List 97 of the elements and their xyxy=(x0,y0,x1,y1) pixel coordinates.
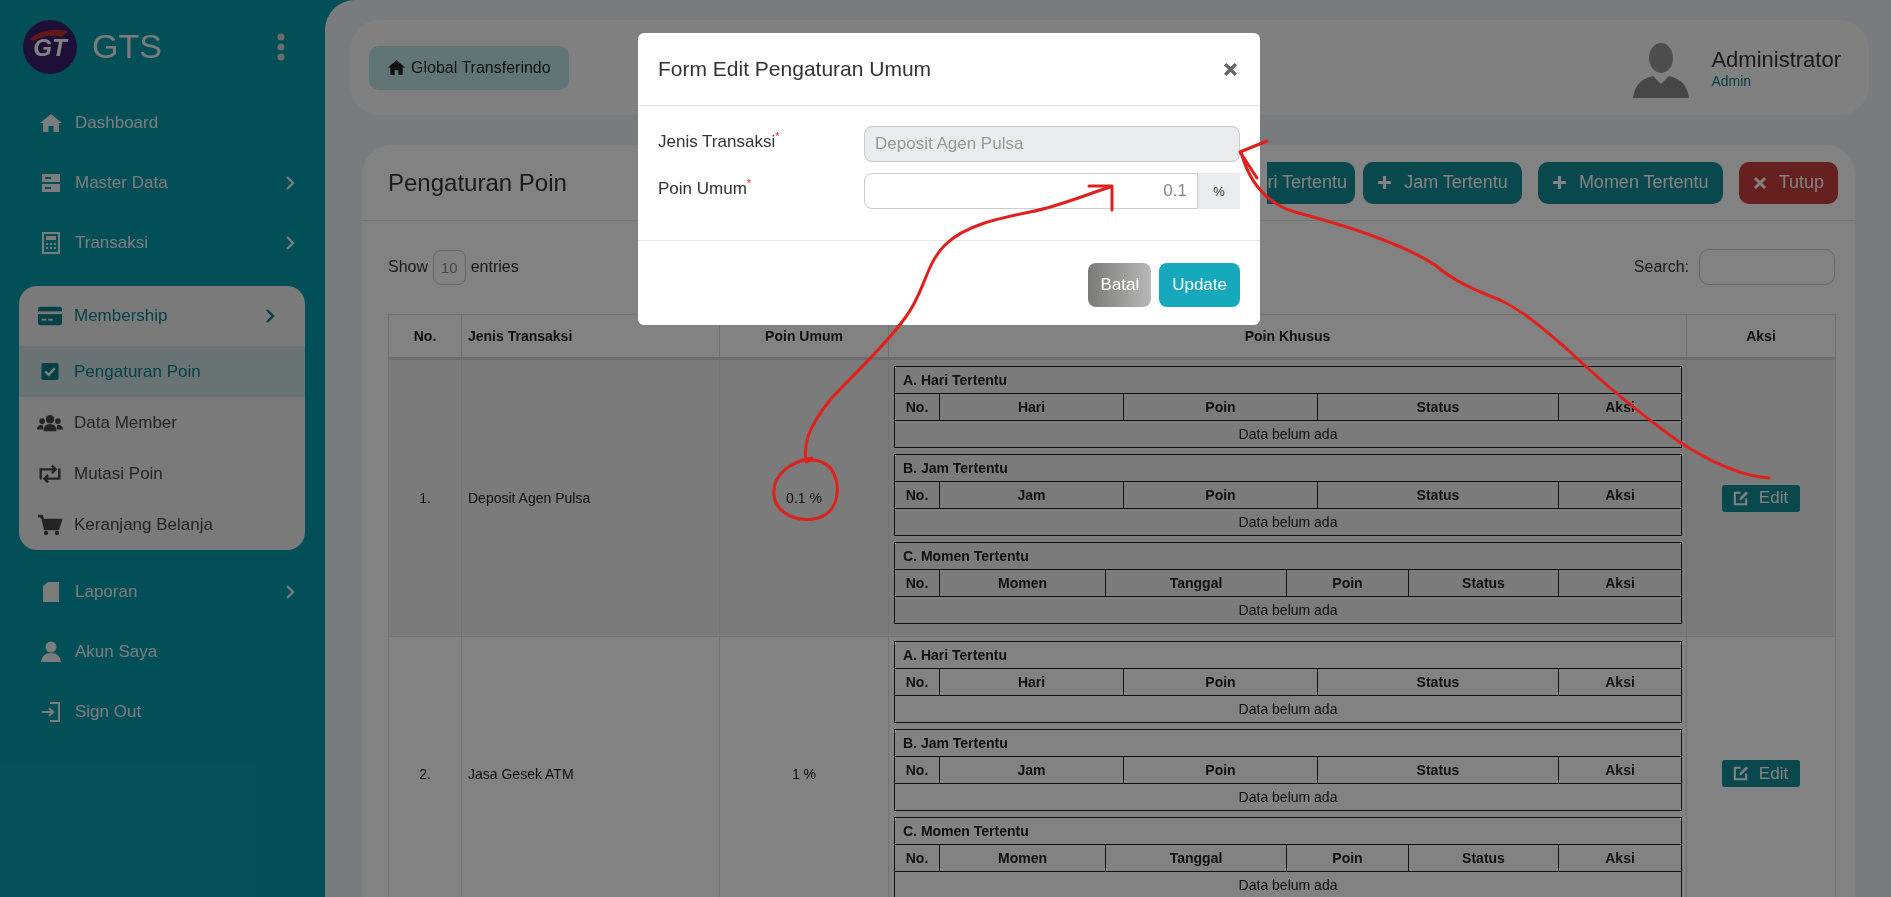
close-icon xyxy=(1752,175,1767,190)
column-header: Aksi xyxy=(1558,481,1682,508)
column-header: Poin xyxy=(1123,481,1318,508)
close-icon[interactable] xyxy=(1223,61,1238,77)
table-cell: 1. xyxy=(388,358,462,637)
sidebar-item[interactable]: Membership xyxy=(19,286,305,346)
repeat-icon xyxy=(37,463,63,484)
edit-icon xyxy=(1731,765,1749,782)
edit-icon xyxy=(1731,489,1749,507)
sidebar-item[interactable]: Master Data xyxy=(0,153,325,213)
brand-name: GTS xyxy=(92,27,163,66)
column-header: Status xyxy=(1317,393,1559,420)
column-header: Momen xyxy=(939,844,1106,872)
home-icon xyxy=(38,113,64,133)
section-title: A. Hari Tertentu xyxy=(894,641,1682,669)
field-label: Poin Umum$^{*}$ xyxy=(658,176,753,199)
table-cell: 2. xyxy=(388,636,462,897)
empty-message: Data belum ada xyxy=(894,596,1682,623)
column-header: Aksi xyxy=(1558,393,1682,420)
section-title: B. Jam Tertentu xyxy=(894,454,1682,481)
column-header: Tanggal xyxy=(1105,569,1287,596)
page-title: Pengaturan Poin xyxy=(388,168,567,197)
unit-addon: % xyxy=(1198,173,1240,209)
column-header: No. xyxy=(894,844,940,872)
plus-icon xyxy=(1551,175,1567,190)
page-size-select[interactable]: 10 xyxy=(433,249,466,285)
add-button[interactable]: Momen Tertentu xyxy=(1537,161,1723,204)
empty-message: Data belum ada xyxy=(894,420,1682,447)
sidebar-item[interactable]: Dashboard xyxy=(0,93,325,153)
column-header: Aksi xyxy=(1558,668,1682,696)
user-role: Admin xyxy=(1711,72,1753,89)
search-field[interactable] xyxy=(1699,249,1835,285)
input-field[interactable]: 0.1 xyxy=(864,173,1198,209)
column-header: Hari xyxy=(939,668,1124,696)
users-icon xyxy=(37,412,63,433)
edit-button[interactable]: Edit xyxy=(1721,484,1801,512)
user-name: Administrator xyxy=(1711,46,1841,73)
update-button[interactable]: Update xyxy=(1159,263,1240,307)
plus-icon xyxy=(1377,175,1393,190)
empty-message: Data belum ada xyxy=(894,508,1682,535)
column-header: Tanggal xyxy=(1105,844,1287,872)
column-header: Status xyxy=(1317,756,1559,784)
logo-icon: GT xyxy=(22,18,78,75)
column-header: No. xyxy=(894,393,940,420)
entries-label: entries xyxy=(470,258,519,276)
column-header: Aksi xyxy=(1558,756,1682,784)
modal-title: Form Edit Pengaturan Umum xyxy=(658,57,932,81)
submenu-item[interactable]: Mutasi Poin xyxy=(19,448,305,499)
sidebar-item[interactable]: Laporan xyxy=(0,562,325,622)
field-label: Jenis Transaksi$^{*}$ xyxy=(658,129,781,152)
table-cell: 0.1 % xyxy=(719,358,889,637)
table-cell: Deposit Agen Pulsa xyxy=(461,358,720,637)
credit-card-icon xyxy=(37,305,63,327)
column-header: Aksi xyxy=(1558,569,1682,596)
column-header: Jam xyxy=(939,756,1124,784)
column-header: Poin xyxy=(1123,393,1318,420)
column-header: Jam xyxy=(939,481,1124,508)
home-button[interactable]: Global Transferindo xyxy=(369,45,569,90)
show-label: Show xyxy=(388,258,429,276)
column-header: Poin xyxy=(1123,668,1318,696)
add-button[interactable]: ri Tertentu xyxy=(1267,161,1356,204)
sidebar-item[interactable]: Sign Out xyxy=(0,682,325,742)
column-header: Momen xyxy=(939,569,1106,596)
close-button[interactable]: Tutup xyxy=(1738,161,1838,204)
submenu-item[interactable]: Pengaturan Poin xyxy=(19,346,305,397)
kebab-menu-icon[interactable] xyxy=(277,32,285,61)
empty-message: Data belum ada xyxy=(894,783,1682,811)
sidebar-item[interactable]: Akun Saya xyxy=(0,622,325,682)
column-header: Status xyxy=(1317,481,1559,508)
section-title: B. Jam Tertentu xyxy=(894,729,1682,757)
column-header: Status xyxy=(1317,668,1559,696)
column-header: No. xyxy=(894,569,940,596)
column-header: No. xyxy=(894,481,940,508)
cancel-button[interactable]: Batal xyxy=(1088,263,1152,307)
sidebar-item[interactable]: Transaksi xyxy=(0,213,325,273)
home-icon xyxy=(387,59,406,76)
column-header: Status xyxy=(1408,569,1559,596)
user-icon xyxy=(38,641,64,663)
column-header: No. xyxy=(894,756,940,784)
column-header: Aksi xyxy=(1558,844,1682,872)
column-header: Poin xyxy=(1286,569,1409,596)
section-title: C. Momen Tertentu xyxy=(894,817,1682,845)
section-title: C. Momen Tertentu xyxy=(894,542,1682,569)
submenu-item[interactable]: Keranjang Belanja xyxy=(19,499,305,550)
cart-icon xyxy=(37,513,63,536)
edit-button[interactable]: Edit xyxy=(1721,760,1801,787)
column-header: No. xyxy=(894,668,940,696)
column-header: Status xyxy=(1408,844,1559,872)
empty-message: Data belum ada xyxy=(894,695,1682,723)
search-label: Search: xyxy=(1633,258,1689,276)
add-button[interactable]: Jam Tertentu xyxy=(1363,161,1522,204)
column-header: Poin xyxy=(1286,844,1409,872)
empty-message: Data belum ada xyxy=(894,871,1682,897)
submenu-item[interactable]: Data Member xyxy=(19,397,305,448)
column-header: Hari xyxy=(939,393,1124,420)
column-header: Poin xyxy=(1123,756,1318,784)
section-title: A. Hari Tertentu xyxy=(894,366,1682,393)
